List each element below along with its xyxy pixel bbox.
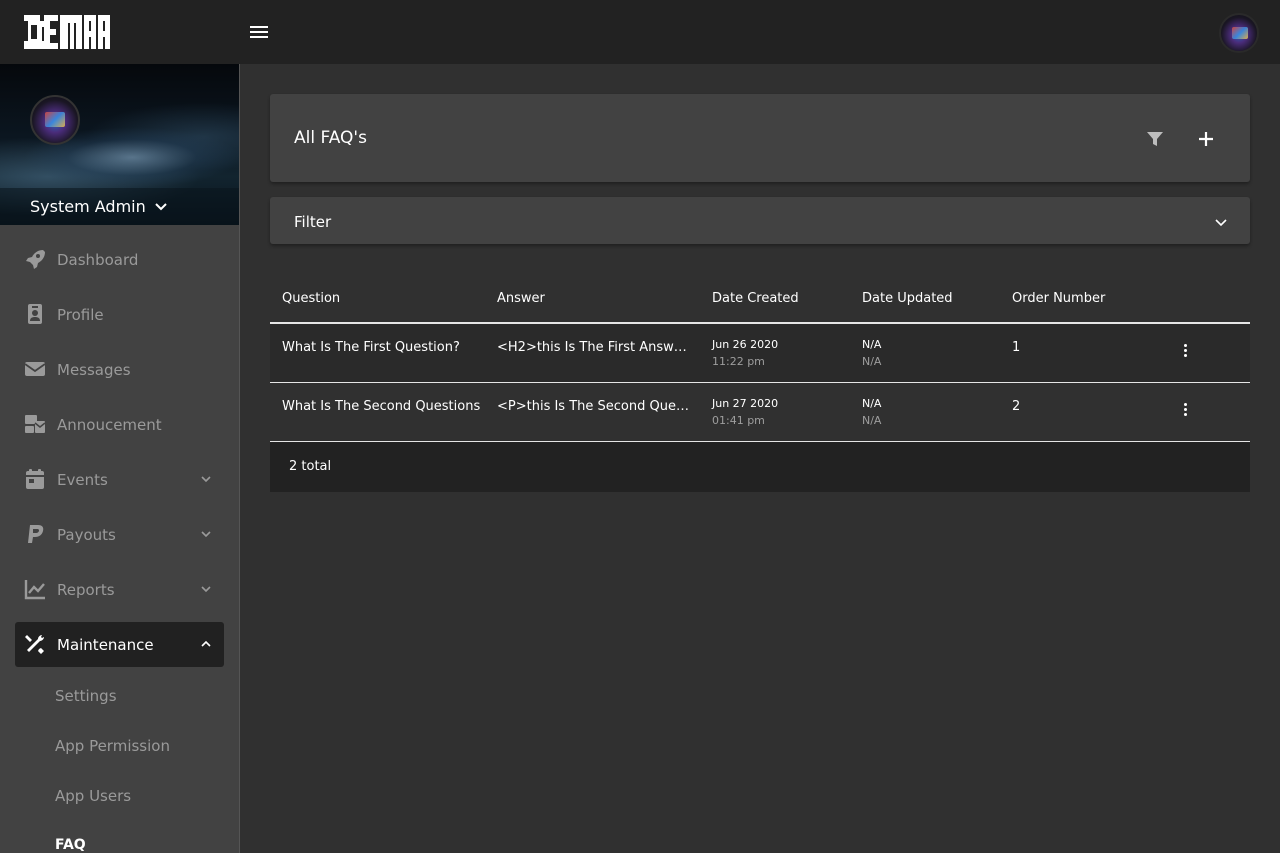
cell-question: What Is The First Question? [282, 340, 460, 355]
more-vert-icon [1184, 403, 1187, 406]
column-header-order-number[interactable]: Order Number [1012, 291, 1105, 306]
sidebar-item-label: Messages [57, 360, 131, 379]
top-avatar[interactable] [1219, 13, 1259, 53]
row-more-button[interactable] [1178, 342, 1194, 358]
page-header-card: All FAQ's [270, 94, 1250, 182]
top-app-bar [0, 0, 1280, 64]
mail-bulk-icon [25, 415, 46, 433]
chevron-down-icon [201, 531, 211, 538]
sidebar-item-label: Reports [57, 580, 115, 599]
cell-created-time: 01:41 pm [712, 414, 765, 427]
filter-icon[interactable] [1146, 130, 1164, 148]
cell-updated-time: N/A [862, 355, 882, 368]
filter-panel[interactable]: Filter [270, 197, 1250, 244]
filter-panel-title: Filter [294, 213, 332, 231]
tools-icon [25, 635, 44, 654]
sidebar-subitem-app-users[interactable]: App Users [55, 787, 131, 805]
cell-updated-time: N/A [862, 414, 882, 427]
chart-line-icon [24, 580, 45, 600]
column-header-answer[interactable]: Answer [497, 291, 545, 306]
sidebar-item-label: Payouts [57, 525, 116, 544]
more-vert-icon [1184, 344, 1187, 347]
table-footer: 2 total [270, 442, 1250, 492]
sidebar-item-annoucement[interactable]: Annoucement [15, 402, 224, 447]
cell-created-time: 11:22 pm [712, 355, 765, 368]
cell-created-date: Jun 27 2020 [712, 397, 779, 410]
page-title: All FAQ's [294, 128, 367, 148]
add-icon[interactable] [1196, 129, 1216, 149]
total-count: 2 total [289, 459, 332, 474]
sidebar-item-dashboard[interactable]: Dashboard [15, 237, 224, 282]
chevron-up-icon [201, 640, 211, 647]
sidebar-item-messages[interactable]: Messages [15, 347, 224, 392]
cell-answer: <H2>this Is The First Answer</h... [497, 340, 693, 355]
sidebar-item-label: Events [57, 470, 108, 489]
rocket-icon [26, 250, 45, 269]
column-header-date-updated[interactable]: Date Updated [862, 291, 953, 306]
sidebar-item-payouts[interactable]: Payouts [15, 512, 224, 557]
sidebar-item-label: Dashboard [57, 250, 139, 269]
user-menu-toggle[interactable]: System Admin [0, 188, 239, 225]
row-more-button[interactable] [1178, 401, 1194, 417]
column-header-date-created[interactable]: Date Created [712, 291, 799, 306]
chevron-down-icon [1215, 219, 1227, 227]
sidebar: System Admin Dashboard Profile Messages … [0, 64, 240, 853]
faq-table: Question Answer Date Created Date Update… [270, 272, 1250, 492]
user-name: System Admin [30, 197, 146, 216]
sidebar-subitem-faq[interactable]: FAQ [55, 837, 86, 853]
chevron-down-icon [201, 476, 211, 483]
sidebar-avatar[interactable] [30, 95, 80, 145]
chevron-down-icon [155, 202, 167, 210]
sidebar-item-label: Maintenance [57, 635, 154, 654]
table-row[interactable]: What Is The First Question? <H2>this Is … [270, 324, 1250, 383]
cell-answer: <P>this Is The Second Questio... [497, 399, 693, 414]
app-logo[interactable] [24, 15, 110, 49]
sidebar-subitem-app-permission[interactable]: App Permission [55, 737, 170, 755]
envelope-icon [24, 362, 46, 376]
cell-question: What Is The Second Questions [282, 399, 481, 414]
table-row[interactable]: What Is The Second Questions <P>this Is … [270, 383, 1250, 442]
paypal-icon [28, 525, 44, 543]
menu-toggle-button[interactable] [248, 22, 272, 42]
cell-created-date: Jun 26 2020 [712, 338, 779, 351]
sidebar-subitem-settings[interactable]: Settings [55, 687, 117, 705]
sidebar-item-label: Profile [57, 305, 104, 324]
sidebar-item-maintenance[interactable]: Maintenance [15, 622, 224, 667]
sidebar-item-label: Annoucement [57, 415, 162, 434]
profile-banner: System Admin [0, 64, 239, 225]
column-header-question[interactable]: Question [282, 291, 340, 306]
table-header: Question Answer Date Created Date Update… [270, 272, 1250, 324]
cell-updated-date: N/A [862, 397, 882, 410]
cell-order-number: 2 [1012, 399, 1021, 414]
cell-order-number: 1 [1012, 340, 1021, 355]
sidebar-item-profile[interactable]: Profile [15, 292, 224, 337]
chevron-down-icon [201, 586, 211, 593]
calendar-icon [26, 469, 44, 489]
sidebar-item-reports[interactable]: Reports [15, 567, 224, 612]
id-badge-icon [28, 304, 42, 324]
cell-updated-date: N/A [862, 338, 882, 351]
hamburger-icon [250, 26, 268, 28]
sidebar-item-events[interactable]: Events [15, 457, 224, 502]
